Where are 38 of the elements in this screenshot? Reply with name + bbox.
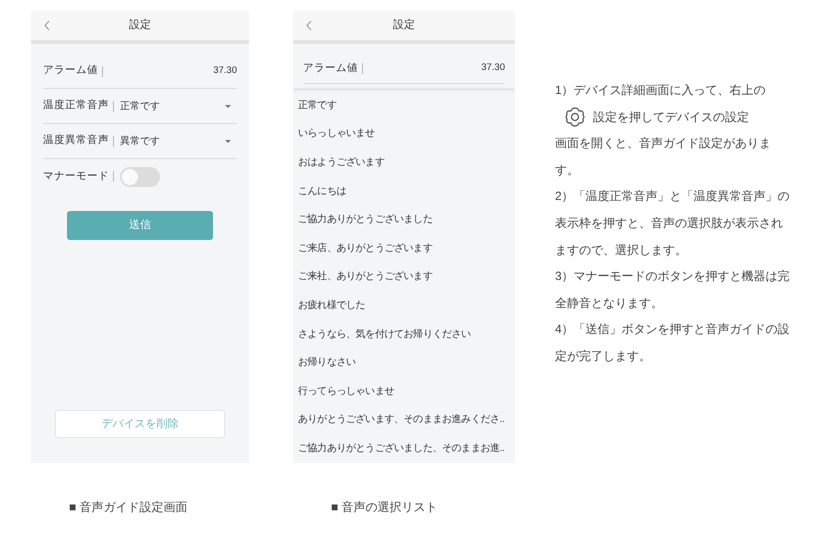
option-item[interactable]: お疲れ様でした	[293, 291, 515, 320]
toggle-switch[interactable]	[120, 166, 160, 186]
instruction-text: 画面を開くと、音声ガイド設定があります。	[555, 135, 772, 179]
option-item[interactable]: お帰りなさい	[293, 348, 515, 377]
caret-icon	[225, 140, 231, 142]
option-item[interactable]: いらっしゃいませ	[293, 120, 515, 148]
option-item[interactable]: 正常です	[293, 91, 515, 120]
field-label: アラーム値	[303, 60, 358, 76]
option-item[interactable]: ご来店、ありがとうございます	[293, 234, 515, 263]
instruction-text: 3）マナーモードのボタンを押すと機器は完全静音となります。	[555, 269, 790, 310]
select-field[interactable]: 正常です	[120, 98, 237, 114]
option-item[interactable]: おはようございます	[293, 148, 515, 177]
option-item[interactable]: ご協力ありがとうございました	[293, 205, 515, 234]
option-item[interactable]: ご来社、ありがとうございます	[293, 262, 515, 292]
option-item[interactable]: こんにちは	[293, 176, 515, 206]
field-value: 37.30	[213, 64, 237, 78]
instruction-text: 4）「送信」ボタンを押すと音声ガイドの設定が完了します。	[555, 322, 790, 363]
instruction-text: 1）デバイス詳細画面に入って、右上の	[555, 83, 766, 97]
caption: ■ 音声の選択リスト	[330, 499, 439, 516]
select-field[interactable]: 異常です	[120, 134, 237, 148]
field-label: 温度異常音声	[43, 133, 109, 148]
option-item[interactable]: ご協力ありがとうございました、そのままお進..	[293, 434, 515, 463]
back-icon[interactable]	[43, 20, 51, 31]
field-label: マナーモード	[43, 168, 109, 184]
option-item[interactable]: さようなら、気を付けてお帰りください	[293, 320, 515, 348]
option-item[interactable]: 行ってらっしゃいませ	[293, 376, 515, 406]
instruction-text: 2）「温度正常音声」と「温度異常音声」の表示枠を押すと、音声の選択肢が表示されますので、選択します。	[555, 189, 790, 257]
caret-icon	[225, 104, 231, 108]
option-item[interactable]: ありがとうございます、そのままお進みくださ..	[293, 406, 515, 434]
field-label: 温度正常音声	[43, 98, 109, 114]
gear-icon	[563, 107, 587, 128]
field-value: 37.30	[481, 61, 505, 76]
caption: ■ 音声ガイド設定画面	[68, 499, 189, 516]
field-label: アラーム値	[43, 63, 98, 78]
header-title: 設定	[393, 18, 415, 34]
instruction-text: 設定を押してデバイスの設定	[593, 110, 749, 124]
back-icon[interactable]	[305, 20, 313, 31]
header-title: 設定	[129, 18, 151, 34]
